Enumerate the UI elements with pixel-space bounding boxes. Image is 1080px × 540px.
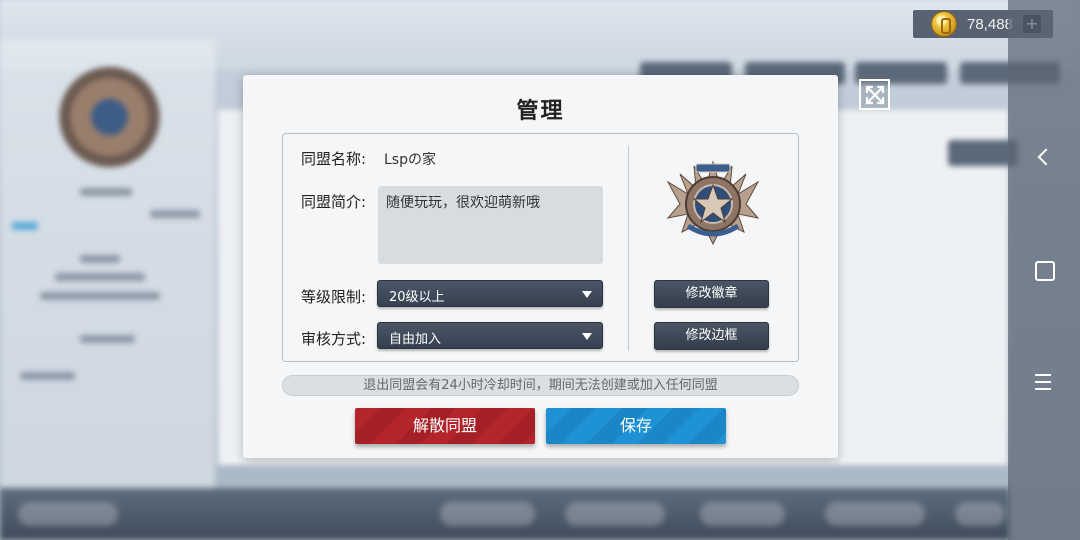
- intro-label: 同盟简介:: [301, 193, 367, 211]
- background-bottom-item: [440, 502, 535, 526]
- background-bottom-item: [955, 502, 1005, 526]
- background-line: [80, 255, 120, 263]
- dropdown-arrow-icon: [582, 333, 592, 340]
- back-icon[interactable]: [1032, 146, 1056, 170]
- background-bottom-item: [700, 502, 785, 526]
- review-method-value: 自由加入: [389, 332, 442, 347]
- currency-amount: 78,488: [967, 15, 1013, 33]
- background-line: [80, 335, 135, 343]
- change-badge-button[interactable]: 修改徽章: [654, 280, 769, 308]
- dropdown-arrow-icon: [582, 291, 592, 298]
- coin-icon: [931, 11, 957, 37]
- background-line: [12, 222, 38, 230]
- level-limit-value: 20级以上: [389, 290, 445, 305]
- close-button[interactable]: [859, 79, 890, 110]
- system-navigation-bar: [1008, 0, 1080, 540]
- level-limit-label: 等级限制:: [301, 288, 367, 306]
- background-bottom-item: [565, 502, 665, 526]
- disband-alliance-button[interactable]: 解散同盟: [355, 408, 535, 444]
- alliance-name-field[interactable]: Lspの家: [384, 149, 436, 169]
- divider: [628, 146, 629, 351]
- save-button[interactable]: 保存: [546, 408, 726, 444]
- review-method-label: 审核方式:: [301, 330, 367, 348]
- review-method-dropdown[interactable]: 自由加入: [377, 322, 603, 349]
- background-bottom-item: [18, 502, 118, 526]
- background-line: [20, 372, 75, 380]
- menu-icon[interactable]: [1032, 370, 1056, 394]
- manage-dialog: 管理 同盟名称: Lspの家 同盟简介: 随便玩玩，很欢迎萌新哦 等级限制: 2…: [243, 75, 838, 458]
- background-emblem-icon: [52, 62, 167, 172]
- alliance-intro-textarea[interactable]: 随便玩玩，很欢迎萌新哦: [378, 186, 603, 264]
- level-limit-dropdown[interactable]: 20级以上: [377, 280, 603, 307]
- background-line: [150, 210, 200, 218]
- dialog-title: 管理: [516, 99, 565, 124]
- name-label: 同盟名称:: [301, 150, 367, 168]
- background-line: [80, 188, 132, 196]
- alliance-badge-icon: [666, 160, 760, 246]
- background-line: [55, 273, 145, 281]
- cooldown-notice: 退出同盟会有24小时冷却时间，期间无法创建或加入任何同盟: [282, 375, 799, 396]
- background-bottom-item: [825, 502, 925, 526]
- close-icon: [865, 85, 885, 105]
- home-icon[interactable]: [1032, 258, 1056, 282]
- alliance-info-box: 同盟名称: Lspの家 同盟简介: 随便玩玩，很欢迎萌新哦 等级限制: 20级以…: [282, 133, 799, 362]
- background-line: [40, 292, 160, 300]
- change-frame-button[interactable]: 修改边框: [654, 322, 769, 350]
